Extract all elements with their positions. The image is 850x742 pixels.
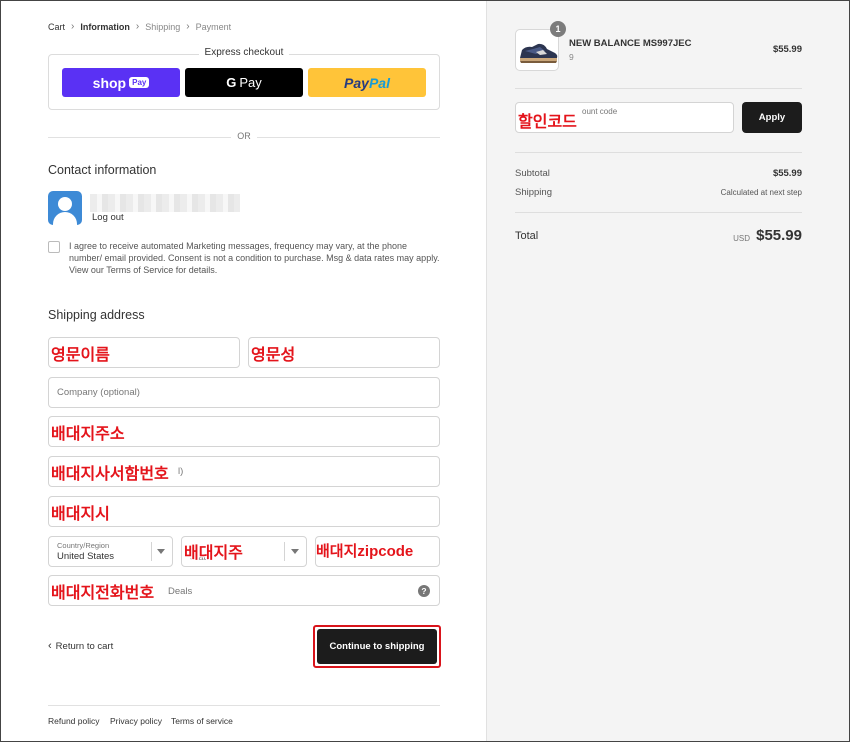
window-border [0, 0, 850, 742]
